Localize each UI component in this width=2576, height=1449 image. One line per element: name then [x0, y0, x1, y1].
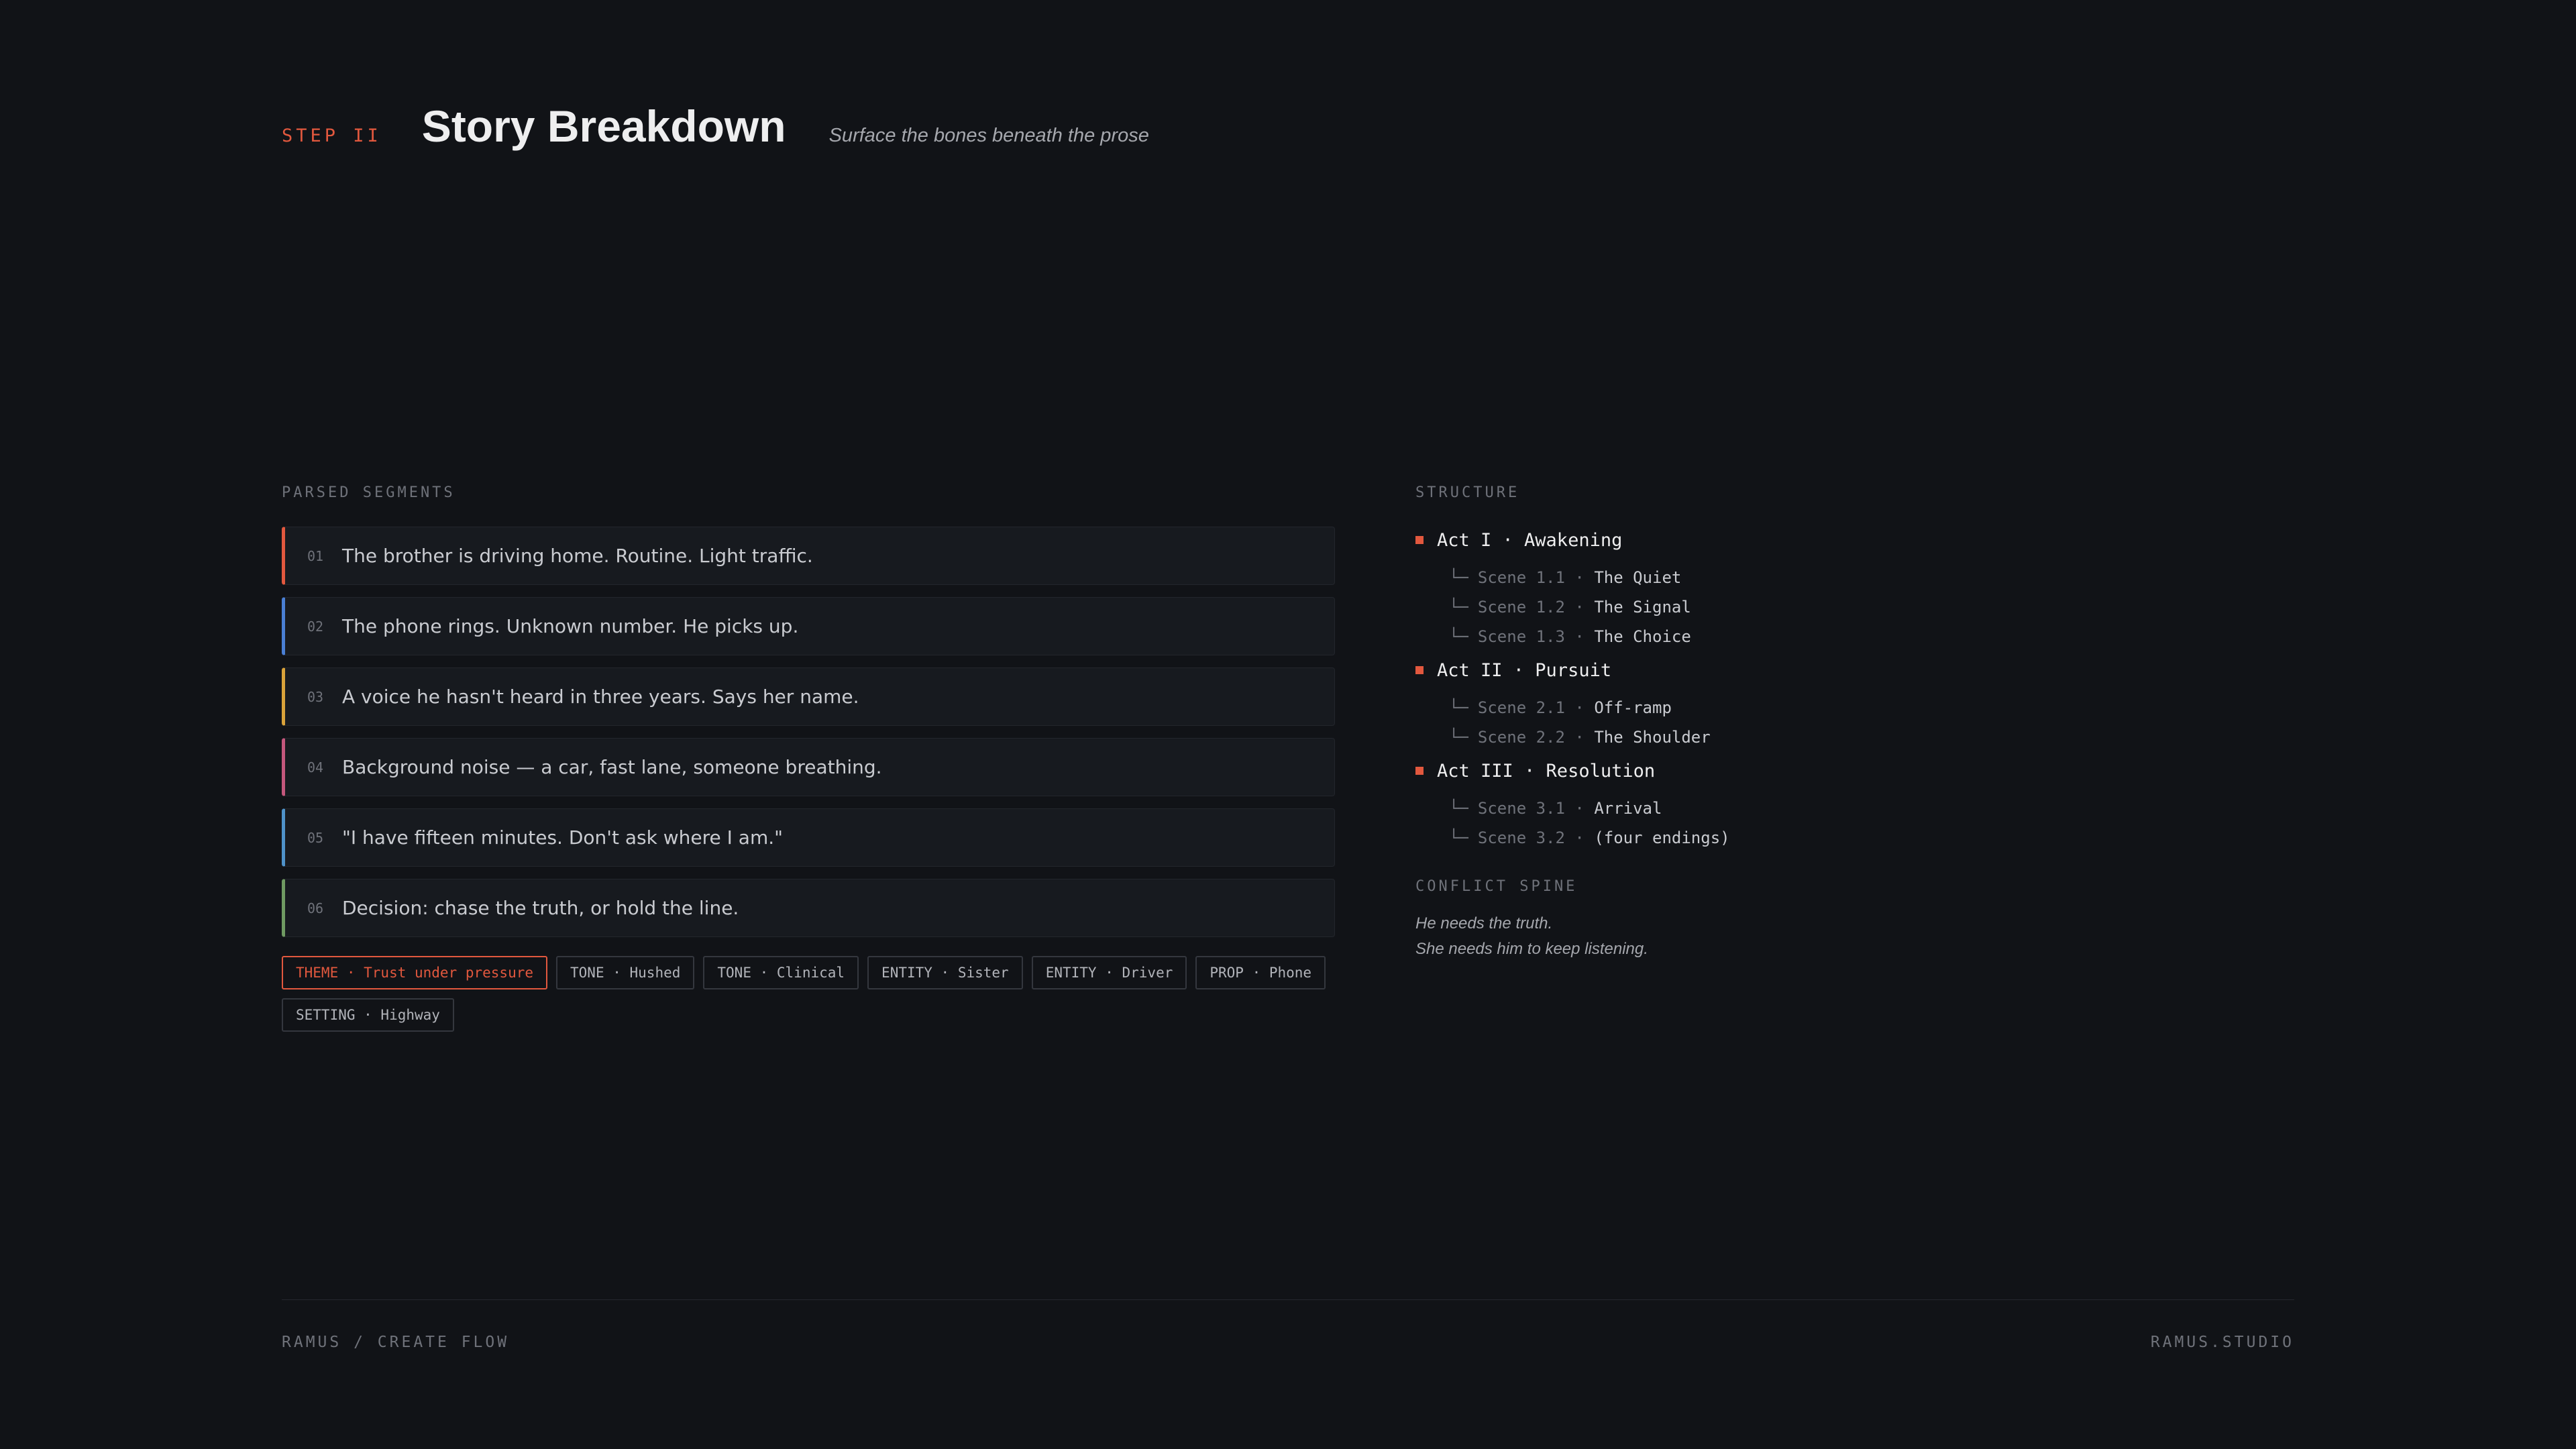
- tag-entity-driver[interactable]: ENTITY · Driver: [1031, 956, 1187, 989]
- scene-item[interactable]: └─ Scene 1.3 · The Choice: [1415, 622, 2019, 651]
- page-title: Story Breakdown: [421, 101, 786, 151]
- act-title: Act II · Pursuit: [1437, 659, 1612, 681]
- segment-number: 02: [307, 618, 324, 635]
- scene-item[interactable]: └─ Scene 2.2 · The Shoulder: [1415, 722, 2019, 752]
- tree-branch-icon: └─: [1449, 698, 1468, 717]
- segment-text: The phone rings. Unknown number. He pick…: [342, 615, 799, 637]
- tag-entity-sister[interactable]: ENTITY · Sister: [867, 956, 1023, 989]
- act-title: Act III · Resolution: [1437, 760, 1656, 782]
- scene-separator: ·: [1564, 568, 1595, 587]
- conflict-spine: CONFLICT SPINE He needs the truth. She n…: [1415, 878, 2019, 962]
- parsed-segments-panel: PARSED SEGMENTS 01 The brother is drivin…: [282, 484, 1335, 1032]
- segment-item[interactable]: 03 A voice he hasn't heard in three year…: [282, 667, 1335, 726]
- act-bullet-icon: [1415, 666, 1424, 674]
- segment-item[interactable]: 06 Decision: chase the truth, or hold th…: [282, 879, 1335, 937]
- segment-item[interactable]: 04 Background noise — a car, fast lane, …: [282, 738, 1335, 796]
- step-label: STEP II: [282, 125, 382, 146]
- conflict-spine-text: He needs the truth. She needs him to kee…: [1415, 911, 2019, 962]
- segment-text: A voice he hasn't heard in three years. …: [342, 686, 859, 708]
- scene-name: Arrival: [1594, 799, 1662, 818]
- structure-panel: STRUCTURE Act I · Awakening └─ Scene 1.1…: [1415, 484, 2019, 962]
- conflict-line: She needs him to keep listening.: [1415, 940, 1648, 958]
- scene-separator: ·: [1564, 627, 1595, 646]
- scene-name: Off-ramp: [1594, 698, 1672, 717]
- scene-separator: ·: [1564, 728, 1595, 747]
- scene-item[interactable]: └─ Scene 1.2 · The Signal: [1415, 592, 2019, 622]
- segment-text: Background noise — a car, fast lane, som…: [342, 756, 882, 778]
- page-header: STEP II Story Breakdown Surface the bone…: [282, 101, 1149, 152]
- scene-list: └─ Scene 1.1 · The Quiet └─ Scene 1.2 · …: [1415, 563, 2019, 651]
- tag-prop-phone[interactable]: PROP · Phone: [1195, 956, 1326, 989]
- scene-name: The Choice: [1594, 627, 1691, 646]
- scene-name: (four endings): [1594, 828, 1730, 847]
- scene-separator: ·: [1564, 799, 1595, 818]
- scene-label: Scene 1.1: [1477, 568, 1565, 587]
- scene-list: └─ Scene 3.1 · Arrival └─ Scene 3.2 · (f…: [1415, 794, 2019, 853]
- scene-label: Scene 2.1: [1477, 698, 1565, 717]
- footer-brand[interactable]: RAMUS.STUDIO: [2151, 1334, 2294, 1351]
- segment-item[interactable]: 02 The phone rings. Unknown number. He p…: [282, 597, 1335, 655]
- tree-branch-icon: └─: [1449, 598, 1468, 616]
- structure-tree: Act I · Awakening └─ Scene 1.1 · The Qui…: [1415, 527, 2019, 853]
- segment-number: 06: [307, 900, 324, 916]
- segment-number: 04: [307, 759, 324, 775]
- parsed-segments-label: PARSED SEGMENTS: [282, 484, 455, 501]
- scene-item[interactable]: └─ Scene 3.1 · Arrival: [1415, 794, 2019, 823]
- scene-label: Scene 3.1: [1477, 799, 1565, 818]
- scene-label: Scene 3.2: [1477, 828, 1565, 847]
- act-bullet-icon: [1415, 536, 1424, 544]
- tree-branch-icon: └─: [1449, 728, 1468, 747]
- scene-separator: ·: [1564, 698, 1595, 717]
- scene-name: The Shoulder: [1594, 728, 1711, 747]
- act-item[interactable]: Act II · Pursuit: [1415, 657, 2019, 684]
- scene-separator: ·: [1564, 598, 1595, 616]
- segment-number: 03: [307, 688, 324, 705]
- segment-item[interactable]: 05 "I have fifteen minutes. Don't ask wh…: [282, 808, 1335, 867]
- segment-text: "I have fifteen minutes. Don't ask where…: [342, 826, 784, 849]
- act-item[interactable]: Act I · Awakening: [1415, 527, 2019, 553]
- act-title: Act I · Awakening: [1437, 529, 1623, 551]
- scene-name: The Signal: [1594, 598, 1691, 616]
- tag-tone-clinical[interactable]: TONE · Clinical: [703, 956, 859, 989]
- footer-breadcrumb: RAMUS / CREATE FLOW: [282, 1334, 510, 1351]
- tree-branch-icon: └─: [1449, 828, 1468, 847]
- scene-label: Scene 1.3: [1477, 627, 1565, 646]
- scene-label: Scene 1.2: [1477, 598, 1565, 616]
- tag-list: THEME · Trust under pressure TONE · Hush…: [282, 956, 1335, 1032]
- segment-text: Decision: chase the truth, or hold the l…: [342, 897, 739, 919]
- tree-branch-icon: └─: [1449, 568, 1468, 587]
- tag-setting-highway[interactable]: SETTING · Highway: [282, 998, 454, 1032]
- segment-list: 01 The brother is driving home. Routine.…: [282, 527, 1335, 937]
- tree-branch-icon: └─: [1449, 799, 1468, 818]
- footer-divider: [282, 1299, 2294, 1300]
- scene-label: Scene 2.2: [1477, 728, 1565, 747]
- scene-list: └─ Scene 2.1 · Off-ramp └─ Scene 2.2 · T…: [1415, 693, 2019, 752]
- segment-item[interactable]: 01 The brother is driving home. Routine.…: [282, 527, 1335, 585]
- conflict-spine-label: CONFLICT SPINE: [1415, 878, 1578, 895]
- scene-item[interactable]: └─ Scene 3.2 · (four endings): [1415, 823, 2019, 853]
- structure-label: STRUCTURE: [1415, 484, 1520, 501]
- scene-separator: ·: [1564, 828, 1595, 847]
- scene-name: The Quiet: [1594, 568, 1682, 587]
- scene-item[interactable]: └─ Scene 1.1 · The Quiet: [1415, 563, 2019, 592]
- tree-branch-icon: └─: [1449, 627, 1468, 646]
- footer: RAMUS / CREATE FLOW RAMUS.STUDIO: [282, 1334, 2294, 1351]
- segment-number: 05: [307, 829, 324, 846]
- tag-tone-hushed[interactable]: TONE · Hushed: [556, 956, 695, 989]
- tag-theme-trust[interactable]: THEME · Trust under pressure: [282, 956, 548, 989]
- page-subtitle: Surface the bones beneath the prose: [828, 125, 1149, 146]
- conflict-line: He needs the truth.: [1415, 914, 1553, 932]
- segment-number: 01: [307, 547, 324, 564]
- act-item[interactable]: Act III · Resolution: [1415, 757, 2019, 784]
- scene-item[interactable]: └─ Scene 2.1 · Off-ramp: [1415, 693, 2019, 722]
- story-breakdown-page: STEP II Story Breakdown Surface the bone…: [282, 0, 2294, 1449]
- segment-text: The brother is driving home. Routine. Li…: [342, 545, 813, 567]
- act-bullet-icon: [1415, 767, 1424, 775]
